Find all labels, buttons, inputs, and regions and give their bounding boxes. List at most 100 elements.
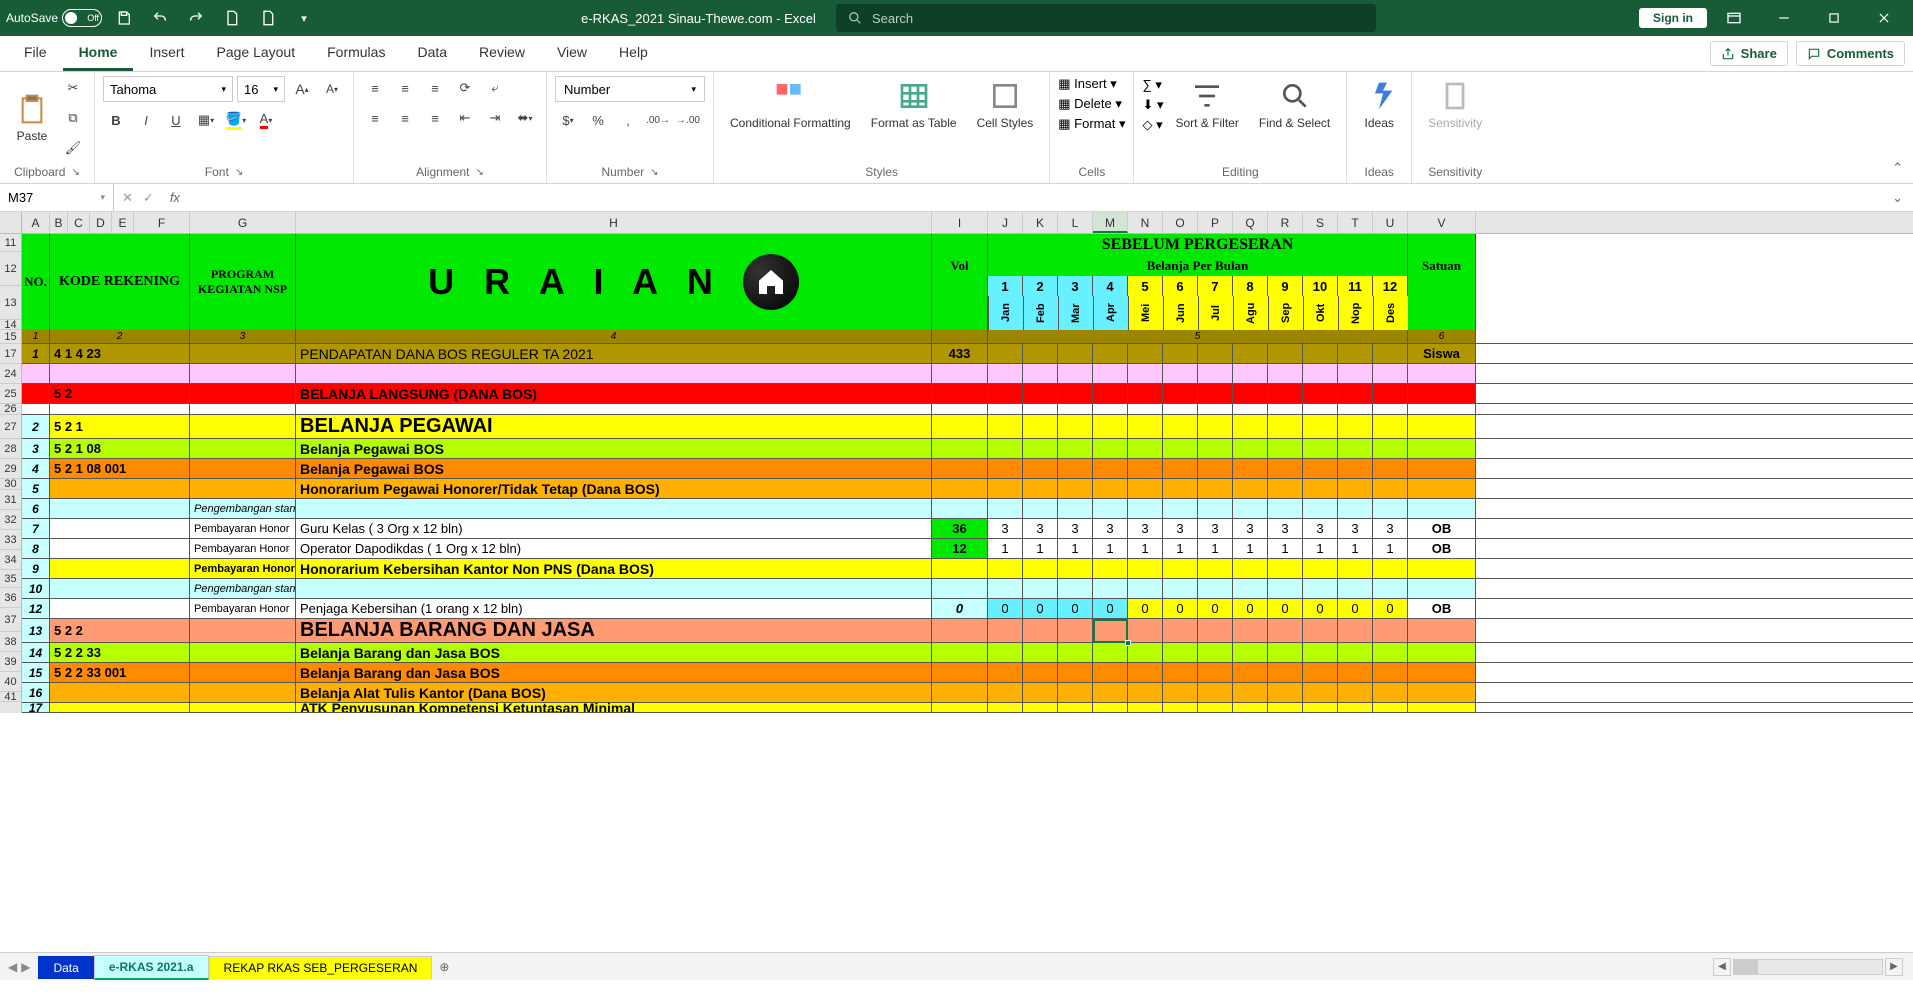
col-header[interactable]: F: [134, 212, 190, 233]
doc2-icon[interactable]: [254, 4, 282, 32]
add-sheet-icon[interactable]: ⊕: [432, 960, 456, 974]
cut-icon[interactable]: ✂: [60, 76, 86, 100]
ribbon-tab-formulas[interactable]: Formulas: [311, 36, 401, 71]
col-header[interactable]: E: [112, 212, 134, 233]
insert-button[interactable]: ▦ Insert ▾: [1058, 76, 1125, 92]
accounting-icon[interactable]: $ ▾: [555, 108, 581, 132]
col-header[interactable]: U: [1373, 212, 1408, 233]
orientation-icon[interactable]: ⟳: [452, 76, 478, 100]
col-header[interactable]: K: [1023, 212, 1058, 233]
align-top-icon[interactable]: ≡: [362, 76, 388, 100]
col-header[interactable]: C: [68, 212, 90, 233]
col-header[interactable]: I: [932, 212, 988, 233]
select-all-corner[interactable]: [0, 212, 22, 233]
home-icon[interactable]: [743, 254, 799, 310]
fill-icon[interactable]: ⬇ ▾: [1142, 97, 1163, 113]
col-header[interactable]: V: [1408, 212, 1476, 233]
ribbon-tab-home[interactable]: Home: [63, 36, 134, 71]
col-header[interactable]: P: [1198, 212, 1233, 233]
spreadsheet-grid[interactable]: ABCDEFGHIJKLMNOPQRSTUV 11121314151724252…: [0, 212, 1913, 952]
autosave[interactable]: AutoSave Off: [6, 9, 102, 27]
align-right-icon[interactable]: ≡: [422, 106, 448, 130]
col-header[interactable]: H: [296, 212, 932, 233]
delete-button[interactable]: ▦ Delete ▾: [1058, 96, 1125, 112]
wrap-text-icon[interactable]: ⤶: [482, 76, 508, 100]
col-header[interactable]: S: [1303, 212, 1338, 233]
collapse-ribbon-icon[interactable]: ⌃: [1892, 160, 1903, 176]
indent-dec-icon[interactable]: ⇤: [452, 106, 478, 130]
sensitivity-button[interactable]: Sensitivity: [1420, 76, 1490, 134]
find-select-button[interactable]: Find & Select: [1251, 76, 1338, 134]
dialog-launcher-icon[interactable]: ↘: [235, 167, 243, 178]
dialog-launcher-icon[interactable]: ↘: [71, 167, 79, 178]
col-header[interactable]: G: [190, 212, 296, 233]
align-mid-icon[interactable]: ≡: [392, 76, 418, 100]
signin-button[interactable]: Sign in: [1639, 8, 1707, 28]
sort-filter-button[interactable]: Sort & Filter: [1168, 76, 1247, 134]
format-painter-icon[interactable]: 🖌: [60, 136, 86, 160]
ribbon-tab-insert[interactable]: Insert: [133, 36, 200, 71]
hscroll-track[interactable]: [1733, 959, 1883, 975]
dialog-launcher-icon[interactable]: ↘: [650, 167, 658, 178]
borders-icon[interactable]: ▦ ▾: [193, 108, 219, 132]
paste-button[interactable]: Paste: [8, 89, 56, 147]
comments-button[interactable]: Comments: [1796, 41, 1905, 66]
comma-icon[interactable]: ,: [615, 108, 641, 132]
column-headers[interactable]: ABCDEFGHIJKLMNOPQRSTUV: [0, 212, 1913, 234]
underline-button[interactable]: U: [163, 108, 189, 132]
qat-more-icon[interactable]: ▾: [290, 4, 318, 32]
col-header[interactable]: T: [1338, 212, 1373, 233]
indent-inc-icon[interactable]: ⇥: [482, 106, 508, 130]
col-header[interactable]: R: [1268, 212, 1303, 233]
ribbon-tab-file[interactable]: File: [8, 36, 63, 71]
col-header[interactable]: A: [22, 212, 50, 233]
maximize-icon[interactable]: [1811, 2, 1857, 34]
search-input[interactable]: Search: [836, 4, 1376, 32]
col-header[interactable]: B: [50, 212, 68, 233]
hscroll-left-icon[interactable]: ◀: [1713, 958, 1731, 976]
fx-icon[interactable]: fx: [162, 190, 188, 205]
copy-icon[interactable]: ⧉: [60, 106, 86, 130]
cells[interactable]: NO.KODE REKENINGPROGRAM KEGIATAN NSPU R …: [22, 234, 1913, 713]
sheet-tab-erkas[interactable]: e-RKAS 2021.a: [94, 955, 209, 980]
autosave-toggle[interactable]: Off: [62, 9, 102, 27]
dialog-launcher-icon[interactable]: ↘: [475, 167, 483, 178]
sheet-tab-data[interactable]: Data: [38, 956, 93, 979]
col-header[interactable]: L: [1058, 212, 1093, 233]
hscroll-thumb[interactable]: [1734, 960, 1758, 974]
clear-icon[interactable]: ◇ ▾: [1142, 117, 1163, 133]
doc1-icon[interactable]: [218, 4, 246, 32]
font-size-select[interactable]: 16▾: [237, 76, 285, 102]
italic-button[interactable]: I: [133, 108, 159, 132]
close-icon[interactable]: [1861, 2, 1907, 34]
ribbon-tab-help[interactable]: Help: [603, 36, 664, 71]
col-header[interactable]: O: [1163, 212, 1198, 233]
save-icon[interactable]: [110, 4, 138, 32]
align-bot-icon[interactable]: ≡: [422, 76, 448, 100]
shrink-font-icon[interactable]: A▾: [319, 77, 345, 101]
undo-icon[interactable]: [146, 4, 174, 32]
format-button[interactable]: ▦ Format ▾: [1058, 116, 1125, 132]
dec-decimal-icon[interactable]: →.00: [675, 108, 701, 132]
sheet-prev-icon[interactable]: ◀: [8, 960, 17, 974]
font-color-icon[interactable]: A▾: [253, 108, 279, 132]
bold-button[interactable]: B: [103, 108, 129, 132]
ideas-button[interactable]: Ideas: [1355, 76, 1403, 134]
autosum-icon[interactable]: ∑ ▾: [1142, 77, 1163, 93]
col-header[interactable]: N: [1128, 212, 1163, 233]
accept-formula-icon[interactable]: ✓: [143, 190, 154, 206]
expand-formula-icon[interactable]: ⌄: [1882, 190, 1913, 206]
merge-icon[interactable]: ⬌ ▾: [512, 106, 538, 130]
ribbon-tab-data[interactable]: Data: [401, 36, 463, 71]
cell-styles-button[interactable]: Cell Styles: [969, 76, 1042, 134]
align-center-icon[interactable]: ≡: [392, 106, 418, 130]
col-header[interactable]: J: [988, 212, 1023, 233]
row-headers[interactable]: 1112131415172425262728293031323334353637…: [0, 234, 22, 713]
sheet-tab-rekap[interactable]: REKAP RKAS SEB_PERGESERAN: [209, 956, 433, 979]
align-left-icon[interactable]: ≡: [362, 106, 388, 130]
cond-format-button[interactable]: Conditional Formatting: [722, 76, 859, 134]
col-header[interactable]: M: [1093, 212, 1128, 233]
fill-color-icon[interactable]: 🪣▾: [223, 108, 249, 132]
share-button[interactable]: Share: [1710, 41, 1788, 66]
percent-icon[interactable]: %: [585, 108, 611, 132]
